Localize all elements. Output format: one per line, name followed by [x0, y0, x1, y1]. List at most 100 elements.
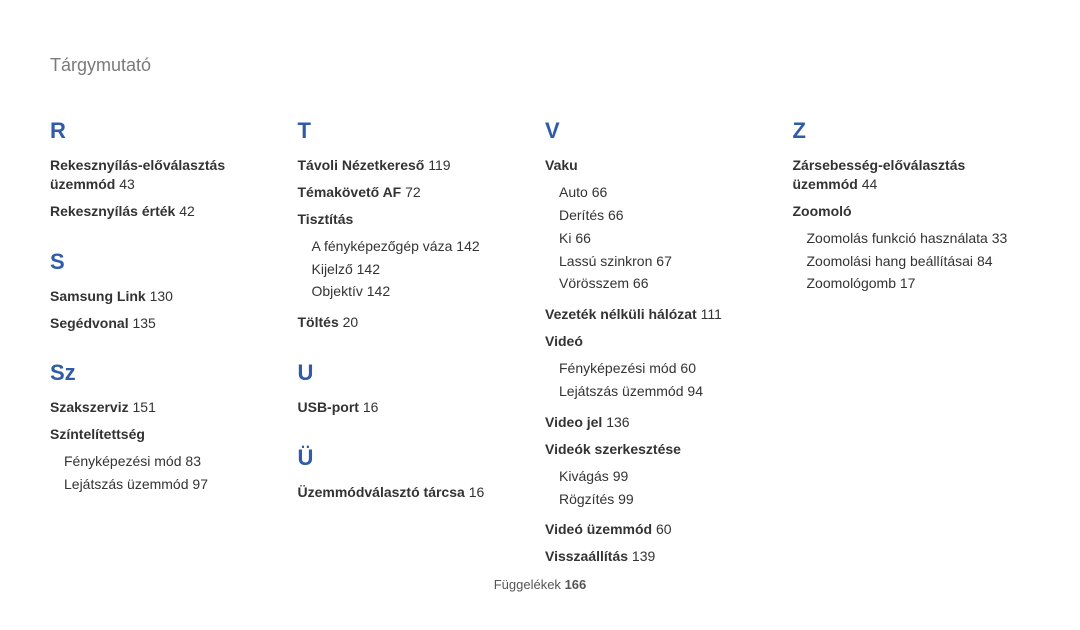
page-ref: 99 — [618, 491, 634, 507]
page-ref: 66 — [575, 230, 591, 246]
entry-toltes[interactable]: Töltés 20 — [298, 313, 536, 332]
page-title: Tárgymutató — [50, 55, 1030, 76]
sub-lejatszas-uzemmod[interactable]: Lejátszás üzemmód 97 — [64, 475, 288, 494]
entry-label: Rekesznyílás érték — [50, 203, 175, 219]
page-ref: 43 — [119, 176, 135, 192]
entry-szakszerviz[interactable]: Szakszerviz 151 — [50, 398, 288, 417]
page-ref: 60 — [656, 521, 672, 537]
sub-derites[interactable]: Derítés 66 — [559, 206, 783, 225]
sub-label: Auto — [559, 184, 588, 200]
entry-visszaallitas[interactable]: Visszaállítás 139 — [545, 547, 783, 566]
entry-segedvonal[interactable]: Segédvonal 135 — [50, 314, 288, 333]
letter-R: R — [50, 118, 288, 144]
page-ref: 111 — [701, 306, 722, 322]
letter-U: U — [298, 360, 536, 386]
entry-vezetek-nelkuli-halozat[interactable]: Vezeték nélküli hálózat 111 — [545, 305, 783, 324]
entry-label: Töltés — [298, 314, 339, 330]
sub-label: A fényképezőgép váza — [312, 238, 453, 254]
sub-label: Lassú szinkron — [559, 253, 652, 269]
page-ref: 16 — [469, 484, 485, 500]
group-R: R Rekesznyílás-előválasztás üzemmód 43 R… — [50, 118, 288, 221]
page-ref: 142 — [357, 261, 380, 277]
page-ref: 72 — [405, 184, 421, 200]
group-V: V Vaku Auto 66 Derítés 66 Ki 66 Lassú sz… — [545, 118, 783, 566]
page-ref: 20 — [343, 314, 359, 330]
sub-fenykepezesi-mod-v[interactable]: Fényképezési mód 60 — [559, 359, 783, 378]
sub-label: Vörösszem — [559, 275, 629, 291]
page-ref: 66 — [592, 184, 608, 200]
footer: Függelékek 166 — [0, 577, 1080, 592]
page-ref: 83 — [185, 453, 201, 469]
entry-label: Szakszerviz — [50, 399, 129, 415]
sub-kijelzo[interactable]: Kijelző 142 — [312, 260, 536, 279]
entry-temakoveto-af[interactable]: Témakövető AF 72 — [298, 183, 536, 202]
page-ref: 142 — [367, 283, 390, 299]
letter-T: T — [298, 118, 536, 144]
sub-zoomolasi-hang[interactable]: Zoomolási hang beállításai 84 — [807, 252, 1031, 271]
page-ref: 142 — [456, 238, 479, 254]
sub-label: Kivágás — [559, 468, 609, 484]
group-Sz: Sz Szakszerviz 151 Színtelítettség Fényk… — [50, 360, 288, 494]
entry-rekesznyilas-elovalasztas[interactable]: Rekesznyílás-előválasztás üzemmód 43 — [50, 156, 288, 194]
page-ref: 60 — [680, 360, 696, 376]
entry-videok-szerkesztese-block: Videók szerkesztése Kivágás 99 Rögzítés … — [545, 440, 783, 509]
column-3: V Vaku Auto 66 Derítés 66 Ki 66 Lassú sz… — [545, 118, 783, 594]
page-ref: 16 — [363, 399, 379, 415]
sub-fenykepezesi-mod[interactable]: Fényképezési mód 83 — [64, 452, 288, 471]
entry-label: Távoli Nézetkereső — [298, 157, 425, 173]
entry-video-uzemmod[interactable]: Videó üzemmód 60 — [545, 520, 783, 539]
entry-usb-port[interactable]: USB-port 16 — [298, 398, 536, 417]
sub-lassu-szinkron[interactable]: Lassú szinkron 67 — [559, 252, 783, 271]
sub-lejatszas-uzemmod-v[interactable]: Lejátszás üzemmód 94 — [559, 382, 783, 401]
page-ref: 119 — [428, 157, 450, 173]
letter-Z: Z — [793, 118, 1031, 144]
sub-auto[interactable]: Auto 66 — [559, 183, 783, 202]
page-ref: 97 — [192, 476, 208, 492]
page-ref: 130 — [150, 288, 173, 304]
page-ref: 84 — [977, 253, 993, 269]
entry-samsung-link[interactable]: Samsung Link 130 — [50, 287, 288, 306]
entry-video-jel[interactable]: Video jel 136 — [545, 413, 783, 432]
entry-tavoli-nezetkereso[interactable]: Távoli Nézetkereső 119 — [298, 156, 536, 175]
page-ref: 42 — [179, 203, 195, 219]
entry-label: Zársebesség-előválasztás üzemmód — [793, 157, 966, 192]
entry-zarsebesseg-elovalasztas[interactable]: Zársebesség-előválasztás üzemmód 44 — [793, 156, 1031, 194]
sub-label: Objektív — [312, 283, 363, 299]
entry-label: Üzemmódválasztó tárcsa — [298, 484, 465, 500]
sub-zoomolas-funkcio[interactable]: Zoomolás funkció használata 33 — [807, 229, 1031, 248]
group-U-umlaut: Ü Üzemmódválasztó tárcsa 16 — [298, 445, 536, 502]
sub-zoomologomb[interactable]: Zoomológomb 17 — [807, 274, 1031, 293]
letter-S: S — [50, 249, 288, 275]
footer-page-number: 166 — [565, 577, 587, 592]
letter-V: V — [545, 118, 783, 144]
entry-video-block: Videó Fényképezési mód 60 Lejátszás üzem… — [545, 332, 783, 401]
sub-label: Lejátszás üzemmód — [64, 476, 189, 492]
sub-fenykepezogep-vaza[interactable]: A fényképezőgép váza 142 — [312, 237, 536, 256]
entry-tisztitas: Tisztítás — [298, 210, 536, 229]
sub-vorosszem[interactable]: Vörösszem 66 — [559, 274, 783, 293]
page-ref: 136 — [606, 414, 629, 430]
page-ref: 94 — [687, 383, 703, 399]
sub-label: Fényképezési mód — [559, 360, 677, 376]
page-ref: 67 — [656, 253, 672, 269]
entry-label: USB-port — [298, 399, 359, 415]
entry-zoomolo-block: Zoomoló Zoomolás funkció használata 33 Z… — [793, 202, 1031, 294]
sub-label: Zoomolás funkció használata — [807, 230, 988, 246]
entry-rekesznyilas-ertek[interactable]: Rekesznyílás érték 42 — [50, 202, 288, 221]
entry-tisztitas-block: Tisztítás A fényképezőgép váza 142 Kijel… — [298, 210, 536, 302]
entry-zoomolo: Zoomoló — [793, 202, 1031, 221]
sub-kivagas[interactable]: Kivágás 99 — [559, 467, 783, 486]
page-ref: 44 — [862, 176, 878, 192]
entry-vaku: Vaku — [545, 156, 783, 175]
sub-rogzites[interactable]: Rögzítés 99 — [559, 490, 783, 509]
entry-label: Témakövető AF — [298, 184, 402, 200]
entry-label: Videó üzemmód — [545, 521, 652, 537]
entry-szintelítettseg-block: Színtelítettség Fényképezési mód 83 Lejá… — [50, 425, 288, 494]
entry-vaku-block: Vaku Auto 66 Derítés 66 Ki 66 Lassú szin… — [545, 156, 783, 293]
sub-objektiv[interactable]: Objektív 142 — [312, 282, 536, 301]
entry-video: Videó — [545, 332, 783, 351]
entry-uzemmodvalaszto-tarcsa[interactable]: Üzemmódválasztó tárcsa 16 — [298, 483, 536, 502]
sub-label: Rögzítés — [559, 491, 614, 507]
sub-ki[interactable]: Ki 66 — [559, 229, 783, 248]
entry-label: Vezeték nélküli hálózat — [545, 306, 697, 322]
